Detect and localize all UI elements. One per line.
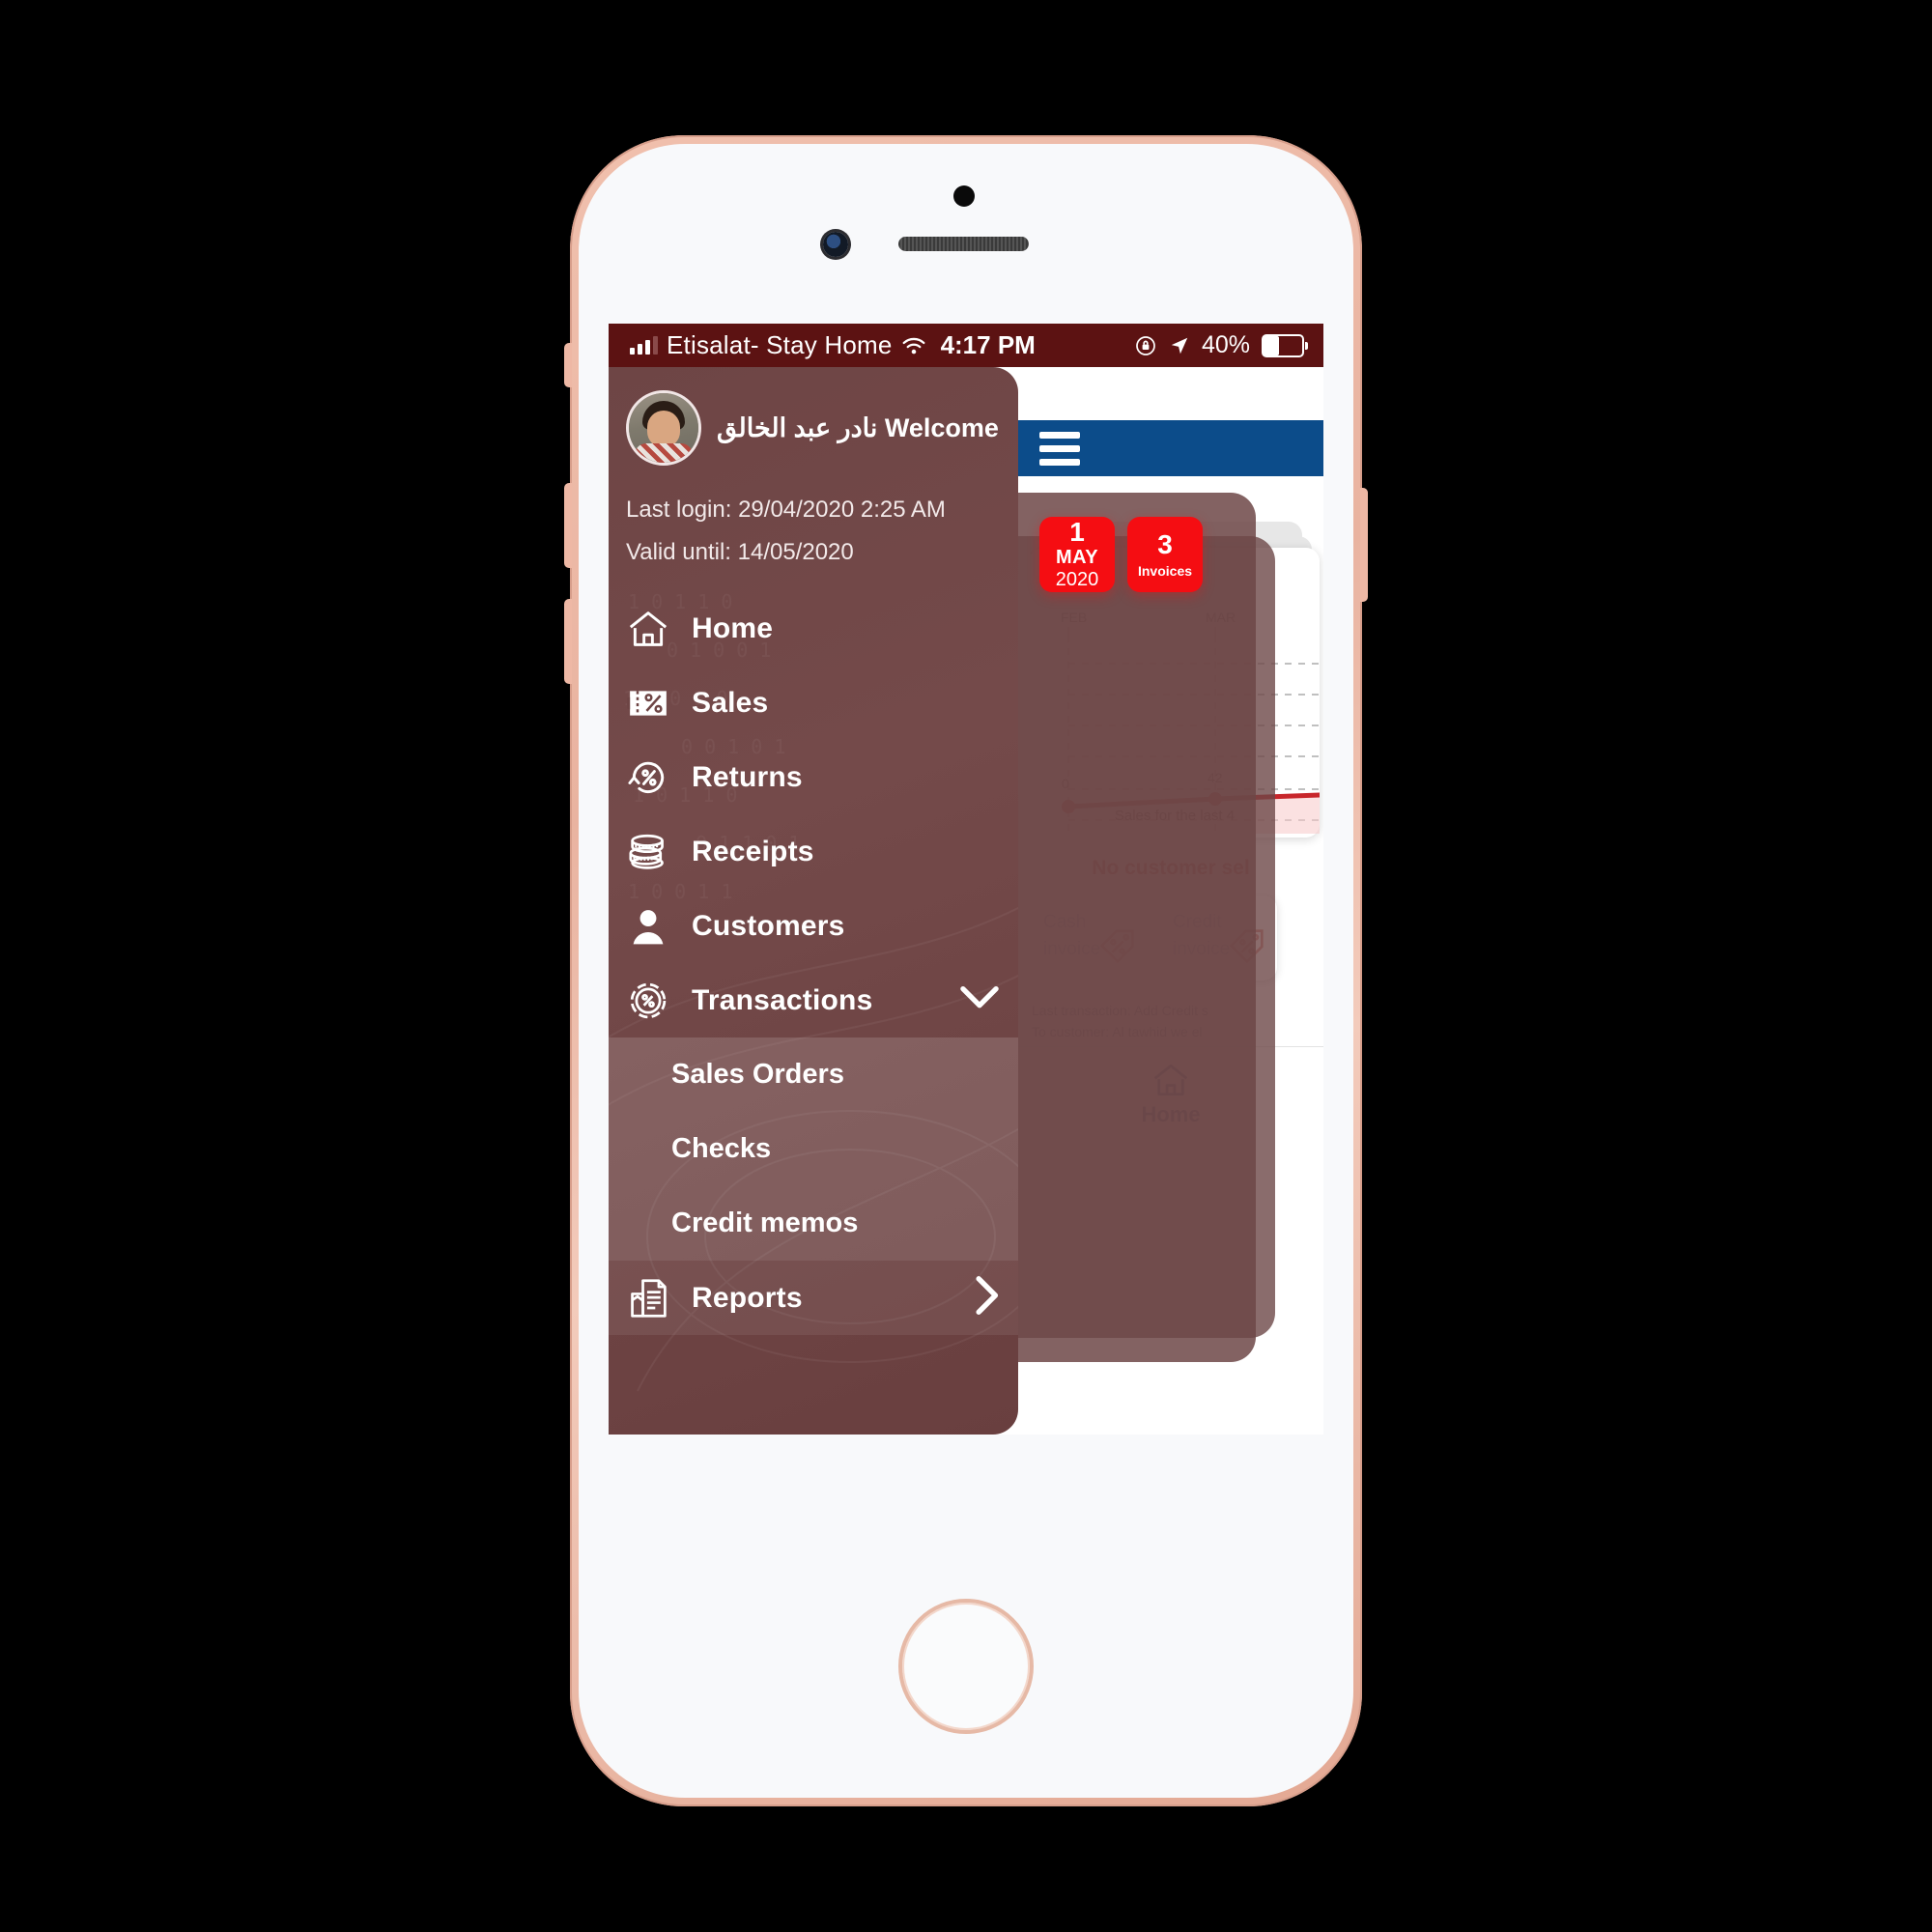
last-login-text: Last login: 29/04/2020 2:25 AM [626, 497, 946, 523]
chevron-down-icon[interactable] [958, 984, 1001, 1016]
coins-stack-icon [626, 830, 670, 874]
home-button[interactable] [898, 1599, 1034, 1734]
transactions-submenu: Sales Orders Checks Credit memos [609, 1037, 1018, 1261]
sidebar-item-label: Sales [692, 686, 769, 719]
avatar [626, 390, 701, 466]
hamburger-menu-icon[interactable] [1039, 431, 1080, 466]
battery-icon [1262, 333, 1308, 357]
rotation-lock-icon [1136, 335, 1155, 355]
date-card[interactable]: 1 MAY 2020 [1039, 517, 1115, 592]
sidebar-item-customers[interactable]: Customers [609, 889, 1018, 963]
submenu-item-credit-memos[interactable]: Credit memos [609, 1186, 1018, 1261]
status-bar-right: 40% [1134, 331, 1308, 359]
status-clock: 4:17 PM [940, 330, 1036, 359]
volume-down-button[interactable] [564, 599, 572, 684]
status-bar-left: Etisalat- Stay Home 4:17 PM [630, 330, 1036, 360]
sidebar-item-receipts[interactable]: Receipts [609, 814, 1018, 889]
invoices-card[interactable]: 3 Invoices [1127, 517, 1203, 592]
sidebar-item-home[interactable]: Home [609, 591, 1018, 666]
app-bar [1018, 420, 1323, 476]
person-icon [626, 904, 670, 949]
screenshot-root: 1 MAY 2020 3 Invoices Etisalat- Stay Hom… [0, 0, 1932, 1932]
drawer-profile: Welcome نادر عبد الخالق [609, 367, 1018, 471]
proximity-sensor-dot [953, 185, 975, 207]
invoices-count: 3 [1157, 529, 1173, 560]
invoices-label: Invoices [1137, 562, 1193, 579]
sidebar-item-label: Customers [692, 909, 845, 942]
submenu-item-label: Checks [671, 1133, 772, 1164]
signal-bars-icon [630, 336, 658, 355]
sidebar-item-reports[interactable]: Reports [609, 1261, 1018, 1335]
valid-until-text: Valid until: 14/05/2020 [626, 539, 854, 565]
wifi-icon [902, 337, 924, 354]
battery-percentage: 40% [1201, 331, 1250, 358]
volume-up-button[interactable] [564, 483, 572, 568]
return-arrow-percent-icon [626, 755, 670, 800]
sidebar-item-label: Transactions [692, 983, 873, 1016]
sales-ticket-percent-icon [626, 681, 670, 725]
sidebar-item-label: Receipts [692, 835, 814, 867]
sidebar-item-label: Reports [692, 1281, 803, 1314]
summary-cards-row: 1 MAY 2020 3 Invoices [1039, 517, 1203, 592]
silent-switch[interactable] [564, 343, 572, 387]
earpiece-speaker [898, 237, 1029, 251]
submenu-item-label: Sales Orders [671, 1059, 844, 1090]
sidebar-item-sales[interactable]: Sales [609, 666, 1018, 740]
submenu-item-checks[interactable]: Checks [609, 1112, 1018, 1186]
chevron-right-icon[interactable] [972, 1274, 1001, 1321]
sidebar-item-transactions[interactable]: Transactions [609, 963, 1018, 1037]
date-card-year: 2020 [1055, 568, 1099, 590]
circle-percent-icon [626, 979, 670, 1023]
location-arrow-icon [1171, 337, 1188, 354]
front-camera [823, 232, 848, 257]
welcome-text: Welcome نادر عبد الخالق [717, 412, 999, 442]
date-card-month: MAY [1055, 546, 1099, 568]
report-document-icon [626, 1276, 670, 1321]
date-card-day: 1 [1069, 517, 1085, 548]
home-icon [626, 607, 670, 651]
submenu-item-label: Credit memos [671, 1208, 859, 1238]
sidebar-item-label: Home [692, 611, 774, 644]
power-button[interactable] [1360, 488, 1368, 602]
status-bar: Etisalat- Stay Home 4:17 PM 40% [609, 324, 1323, 367]
drawer-menu: Home Sales Returns Receipts Customers Tr… [609, 591, 1018, 1335]
carrier-name: Etisalat- Stay Home [667, 330, 893, 359]
sidebar-item-label: Returns [692, 760, 803, 793]
phone-screen: 1 MAY 2020 3 Invoices Etisalat- Stay Hom… [609, 324, 1323, 1435]
navigation-drawer: 1 0 1 1 0 0 1 0 0 1 1 1 0 1 0 0 0 1 0 1 … [609, 367, 1018, 1435]
sidebar-item-returns[interactable]: Returns [609, 740, 1018, 814]
drawer-account-meta: Last login: 29/04/2020 2:25 AM Valid unt… [609, 471, 1018, 566]
submenu-item-sales-orders[interactable]: Sales Orders [609, 1037, 1018, 1112]
